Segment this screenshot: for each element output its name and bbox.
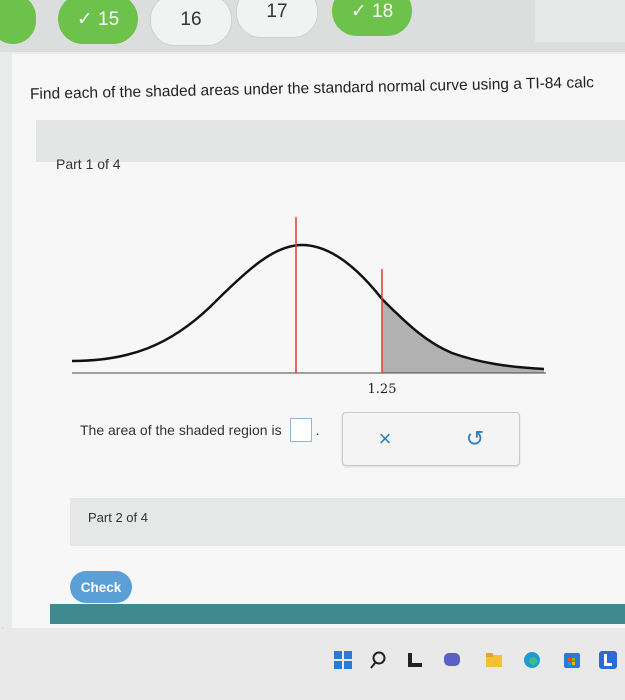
- answer-row: The area of the shaded region is .: [80, 418, 319, 442]
- store-icon[interactable]: [562, 650, 582, 670]
- edge-browser-icon[interactable]: [522, 650, 542, 670]
- question-nav-17[interactable]: 17: [236, 0, 318, 38]
- part-2-label: Part 2 of 4: [88, 510, 148, 525]
- search-icon[interactable]: [370, 650, 390, 670]
- question-nav-15[interactable]: ✓ 15: [58, 0, 138, 44]
- answer-tools: × ↺: [342, 412, 520, 466]
- check-button-label: Check: [80, 579, 122, 595]
- question-nav-17-label: 17: [266, 1, 288, 22]
- question-nav-18[interactable]: ✓ 18: [332, 0, 412, 36]
- answer-input[interactable]: [289, 418, 312, 442]
- clear-button[interactable]: ×: [365, 425, 405, 453]
- footer-band: [50, 604, 625, 624]
- answer-prompt-text: The area of the shaded region is: [80, 422, 282, 438]
- undo-button[interactable]: ↺: [455, 425, 495, 453]
- normal-curve: [71, 243, 545, 371]
- chat-icon[interactable]: [442, 650, 462, 670]
- question-nav-prev[interactable]: [0, 0, 36, 44]
- question-nav-16[interactable]: 16: [150, 0, 232, 46]
- app-icon[interactable]: [598, 650, 618, 670]
- z-marker-label: 1.25: [368, 382, 397, 397]
- question-nav-18-label: ✓ 18: [350, 0, 394, 22]
- check-button[interactable]: Check: [70, 571, 132, 603]
- undo-icon: ↺: [465, 426, 485, 451]
- task-view-icon[interactable]: [405, 650, 425, 670]
- question-nav-16-label: 16: [180, 9, 202, 30]
- file-explorer-icon[interactable]: [484, 650, 504, 670]
- shaded-region: [382, 299, 544, 373]
- part-1-label: Part 1 of 4: [56, 156, 121, 172]
- windows-start-icon[interactable]: [333, 650, 353, 670]
- question-navigation: ✓ 15 16 17 ✓ 18: [0, 0, 625, 52]
- part-2-header[interactable]: [70, 498, 625, 546]
- normal-curve-graph: 1.25: [71, 217, 546, 397]
- close-icon: ×: [378, 426, 392, 451]
- part-1-header: [36, 120, 625, 162]
- nav-background: [535, 0, 625, 42]
- question-nav-15-label: ✓ 15: [76, 8, 120, 30]
- answer-period: .: [315, 422, 320, 438]
